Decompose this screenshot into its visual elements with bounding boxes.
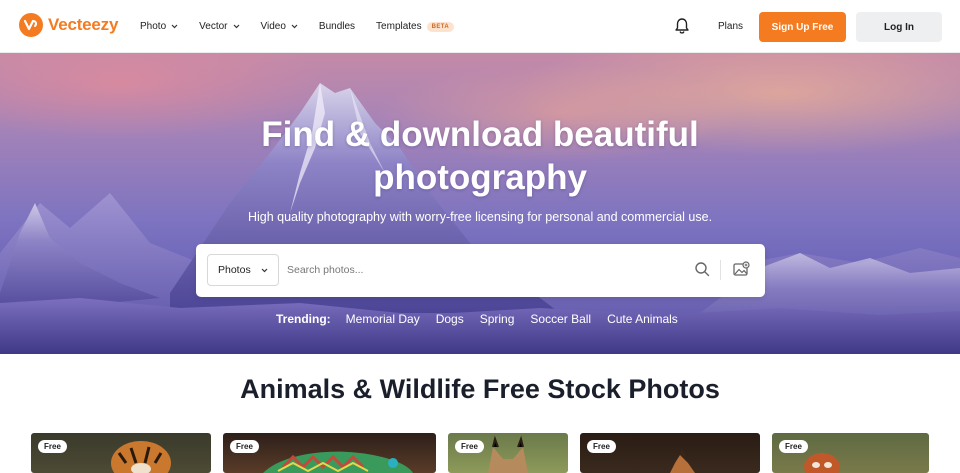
menu-label: Vector xyxy=(199,21,228,32)
hero-subtitle: High quality photography with worry-free… xyxy=(247,210,713,224)
free-badge: Free xyxy=(587,440,616,453)
free-badge: Free xyxy=(779,440,808,453)
free-badge: Free xyxy=(230,440,259,453)
vecteezy-logo-icon xyxy=(19,13,43,37)
log-in-button[interactable]: Log In xyxy=(856,12,942,42)
trending-tag[interactable]: Dogs xyxy=(436,312,464,326)
photo-card-fox[interactable]: Free xyxy=(580,433,760,473)
tiger-photo xyxy=(111,441,171,473)
photo-card-red-panda[interactable]: Free xyxy=(772,433,929,473)
menu-item-video[interactable]: Video xyxy=(261,21,298,32)
photo-card-chameleon[interactable]: Free xyxy=(223,433,436,473)
free-badge: Free xyxy=(38,440,67,453)
hero-title-line: Find & download beautiful xyxy=(261,115,699,154)
trending-label: Trending: xyxy=(276,312,331,326)
chevron-down-icon xyxy=(171,24,178,29)
top-nav: Vecteezy Photo Vector Video Bundles Temp… xyxy=(0,0,960,53)
menu-label: Video xyxy=(260,21,286,32)
chevron-down-icon xyxy=(233,24,239,29)
chevron-down-icon xyxy=(291,24,298,29)
menu-label: Photo xyxy=(140,21,167,32)
menu-item-vector[interactable]: Vector xyxy=(199,21,239,32)
fox-photo xyxy=(670,449,695,473)
logo-text: Vecteezy xyxy=(48,15,119,34)
logo[interactable]: Vecteezy xyxy=(19,13,118,37)
search-type-dropdown[interactable]: Photos xyxy=(207,254,279,286)
trending-tag[interactable]: Memorial Day xyxy=(346,312,420,326)
trending-tag[interactable]: Soccer Ball xyxy=(530,312,591,326)
mountain-background-image xyxy=(0,83,960,354)
free-badge: Free xyxy=(455,440,484,453)
trending-bar: Trending: Memorial Day Dogs Spring Socce… xyxy=(276,312,694,326)
hero-title-line: photography xyxy=(373,158,587,197)
chameleon-photo xyxy=(263,451,413,473)
search-input[interactable] xyxy=(287,258,677,282)
hero-title: Find & download beautiful photography xyxy=(0,113,960,199)
main-menu: Photo Vector Video Bundles Templates BET… xyxy=(140,0,475,53)
menu-label: Templates xyxy=(376,21,422,32)
trending-tag[interactable]: Spring xyxy=(480,312,515,326)
beta-badge: BETA xyxy=(426,21,455,32)
trending-tag[interactable]: Cute Animals xyxy=(607,312,678,326)
search-divider xyxy=(720,260,721,280)
photo-card-lynx[interactable]: Free xyxy=(448,433,568,473)
section-title: Animals & Wildlife Free Stock Photos xyxy=(240,374,720,404)
search-type-label: Photos xyxy=(218,264,251,276)
image-search-icon[interactable] xyxy=(733,261,750,277)
sign-up-button[interactable]: Sign Up Free xyxy=(759,12,846,42)
photo-card-tiger[interactable]: Free xyxy=(31,433,211,473)
menu-item-templates[interactable]: Templates BETA xyxy=(376,21,455,32)
plans-link[interactable]: Plans xyxy=(718,21,743,32)
bell-icon[interactable] xyxy=(674,17,690,35)
menu-item-bundles[interactable]: Bundles xyxy=(319,21,355,32)
search-bar: Photos xyxy=(196,244,765,297)
hero-banner: Find & download beautiful photography Hi… xyxy=(0,53,960,354)
menu-label: Bundles xyxy=(318,21,356,32)
lynx-photo xyxy=(488,435,528,473)
red-panda-photo xyxy=(804,453,840,473)
chevron-down-icon xyxy=(261,268,268,273)
menu-item-photo[interactable]: Photo xyxy=(140,21,178,32)
search-icon[interactable] xyxy=(694,261,710,277)
